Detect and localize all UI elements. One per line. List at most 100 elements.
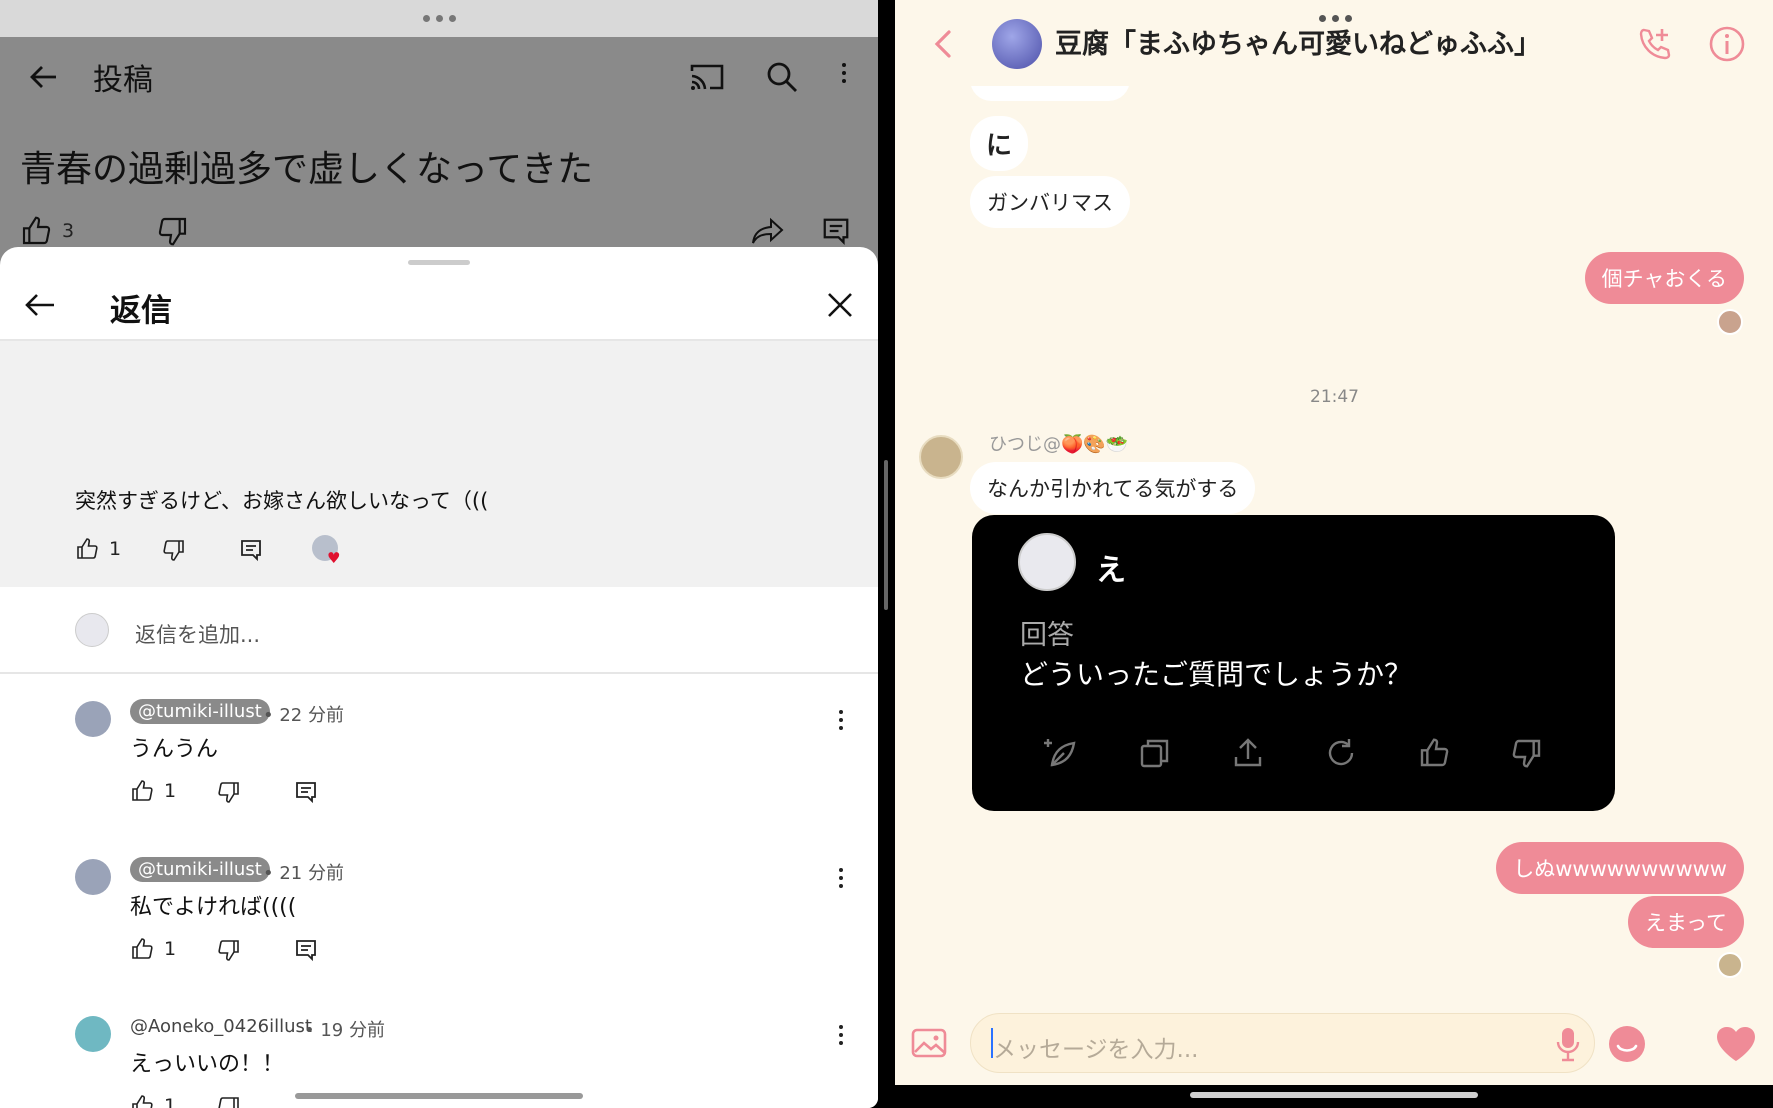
youtube-pane: 投稿 青春の過剰過多で虚しくなってきた 3 返信 突然すぎるけど、お嫁さん欲しい… <box>0 0 878 1108</box>
comment-more-icon[interactable] <box>839 710 843 730</box>
reply-item: @tumiki-illust • 22 分前 うんうん 1 <box>0 687 878 845</box>
sent-message-bubble[interactable]: しぬwwwwwwwwww <box>1496 842 1744 894</box>
cast-icon[interactable] <box>685 55 729 99</box>
like-count: 1 <box>164 938 177 960</box>
commenter-avatar[interactable] <box>75 701 111 737</box>
parent-comment-text: 突然すぎるけど、お嫁さん欲しいなって（(( <box>75 489 489 513</box>
add-reply-row[interactable]: 返信を追加... <box>0 587 878 677</box>
reply-icon[interactable] <box>292 937 320 963</box>
leaf-sparkle-icon <box>1042 733 1082 773</box>
like-button[interactable]: 1 <box>130 779 176 803</box>
thumbs-up-icon <box>1414 733 1454 773</box>
share-icon[interactable] <box>748 215 788 247</box>
multitask-dots-icon[interactable] <box>423 15 456 22</box>
post-dislike-button[interactable] <box>155 215 191 247</box>
comment-text: 私でよければ(((( <box>130 895 297 920</box>
message-bubble[interactable]: ガンバリマス <box>970 176 1130 228</box>
dislike-button[interactable] <box>215 937 243 963</box>
comment-text: えっいいの！！ <box>130 1052 285 1077</box>
message-input[interactable]: メッセージを入力... <box>970 1013 1595 1073</box>
sheet-grab-handle[interactable] <box>408 260 470 265</box>
comments-icon[interactable] <box>818 215 854 247</box>
reply-item: @tumiki-illust • 21 分前 私でよければ(((( 1 <box>0 845 878 1003</box>
reply-icon[interactable] <box>292 779 320 805</box>
sender-name: ひつじ@🍑🎨🥗 <box>989 434 1129 455</box>
heart-icon: ♥ <box>327 549 341 567</box>
commenter-avatar[interactable] <box>75 1016 111 1052</box>
message-bubble[interactable]: に <box>970 116 1029 171</box>
comment-time: • 21 分前 <box>263 863 344 884</box>
like-button[interactable]: 1 <box>130 1094 176 1108</box>
like-button[interactable]: 1 <box>130 937 176 961</box>
add-call-icon[interactable] <box>1633 22 1677 66</box>
info-icon[interactable] <box>1705 22 1749 66</box>
comment-time: • 19 分前 <box>304 1020 385 1041</box>
microphone-icon[interactable] <box>1551 1024 1585 1064</box>
comment-more-icon[interactable] <box>839 868 843 888</box>
post-title: 青春の過剰過多で虚しくなってきた <box>20 149 594 190</box>
parent-dislike-button[interactable] <box>160 537 188 563</box>
comment-text: うんうん <box>130 737 219 762</box>
multitask-dots-icon[interactable] <box>1319 15 1352 22</box>
comment-time: • 22 分前 <box>263 705 344 726</box>
image-icon[interactable] <box>909 1023 949 1063</box>
sheet-title: 返信 <box>110 293 172 329</box>
dislike-button[interactable] <box>215 779 243 805</box>
search-icon[interactable] <box>760 55 804 99</box>
back-arrow-icon[interactable] <box>22 55 66 99</box>
sent-message-bubble[interactable]: 個チャおくる <box>1584 252 1744 304</box>
replies-sheet: 返信 突然すぎるけど、お嫁さん欲しいなって（(( 1 ♥ 返信を追加... @t… <box>0 247 878 1108</box>
chat-pane: たせるよう！ に ガンバリマス 個チャおくる 21:47 ひつじ@🍑🎨🥗 なんか… <box>895 0 1773 1085</box>
message-composer: メッセージを入力... <box>895 1003 1773 1085</box>
group-name[interactable]: 豆腐「まふゆちゃん可愛いねどゅふふ」 <box>1055 22 1541 61</box>
bot-avatar <box>1018 533 1076 591</box>
parent-like-button[interactable]: 1 <box>75 537 121 561</box>
shared-image-card[interactable]: え 回答 どういったご質問でしょうか？ <box>972 515 1615 811</box>
sheet-back-arrow-icon[interactable] <box>18 285 62 325</box>
split-view-divider[interactable] <box>884 460 888 610</box>
like-count: 1 <box>164 1095 177 1108</box>
sticker-icon[interactable] <box>1605 1022 1649 1066</box>
comment-more-icon[interactable] <box>839 1025 843 1045</box>
sent-message-bubble[interactable]: えまって <box>1627 896 1744 948</box>
group-avatar[interactable] <box>992 19 1042 69</box>
dislike-button[interactable] <box>215 1094 243 1108</box>
card-toolbar <box>1042 733 1562 773</box>
more-options-icon[interactable] <box>842 63 846 83</box>
message-bubble[interactable]: なんか引かれてる気がする <box>970 462 1256 514</box>
back-chevron-icon[interactable] <box>925 24 961 64</box>
home-indicator[interactable] <box>1190 1092 1478 1098</box>
commenter-handle[interactable]: @Aoneko_0426illust <box>130 1014 312 1039</box>
sender-avatar[interactable] <box>919 435 963 479</box>
commenter-handle[interactable]: @tumiki-illust <box>130 699 270 724</box>
home-indicator[interactable] <box>295 1093 583 1099</box>
like-count: 1 <box>164 780 177 802</box>
thumbs-down-icon <box>1507 733 1547 773</box>
post-like-count: 3 <box>62 220 75 242</box>
close-icon[interactable] <box>820 285 860 325</box>
my-avatar <box>75 613 109 647</box>
read-receipt-avatar <box>1717 952 1743 978</box>
heart-icon[interactable] <box>1713 1022 1759 1066</box>
commenter-handle[interactable]: @tumiki-illust <box>130 857 270 882</box>
page-title: 投稿 <box>93 63 153 98</box>
split-screen: 投稿 青春の過剰過多で虚しくなってきた 3 返信 突然すぎるけど、お嫁さん欲しい… <box>0 0 1773 1108</box>
parent-reply-icon[interactable] <box>237 537 265 563</box>
post-like-button[interactable]: 3 <box>20 215 74 247</box>
refresh-icon <box>1321 733 1361 773</box>
time-divider: 21:47 <box>1310 387 1359 407</box>
card-name: え <box>1096 553 1126 588</box>
card-label: 回答 <box>1020 620 1074 651</box>
add-reply-input[interactable]: 返信を追加... <box>135 619 260 649</box>
message-input-placeholder: メッセージを入力... <box>993 1037 1199 1063</box>
read-receipt-avatar <box>1717 309 1743 335</box>
window-handle[interactable] <box>0 0 878 37</box>
parent-comment <box>0 341 878 587</box>
commenter-avatar[interactable] <box>75 859 111 895</box>
copy-icon <box>1135 733 1175 773</box>
upload-icon <box>1228 733 1268 773</box>
card-answer: どういったご質問でしょうか？ <box>1020 658 1413 691</box>
parent-like-count: 1 <box>109 538 122 560</box>
chat-header: 豆腐「まふゆちゃん可愛いねどゅふふ」 <box>895 0 1773 86</box>
divider <box>0 672 878 674</box>
